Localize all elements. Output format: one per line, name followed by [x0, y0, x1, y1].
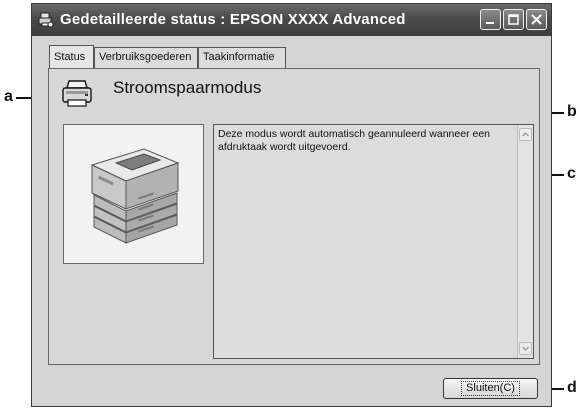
status-message: Deze modus wordt automatisch geannuleerd… — [218, 128, 491, 153]
title-bar[interactable]: Gedetailleerde status : EPSON XXXX Advan… — [32, 4, 551, 36]
minimize-icon — [486, 22, 494, 24]
scroll-up-button[interactable] — [519, 128, 532, 141]
chevron-down-icon — [522, 346, 529, 351]
callout-b-label: b — [567, 103, 577, 120]
vertical-scrollbar[interactable] — [517, 125, 533, 358]
tab-status[interactable]: Status — [49, 45, 94, 68]
callout-a-label: a — [4, 88, 13, 105]
close-button[interactable]: Sluiten(C) — [443, 378, 538, 399]
printer-image-frame — [63, 124, 204, 264]
maximize-icon — [508, 14, 519, 25]
status-panel: Stroomspaarmodus Deze modus wordt automa… — [48, 68, 540, 365]
callout-d-label: d — [567, 379, 577, 396]
scroll-down-button[interactable] — [519, 342, 532, 355]
maximize-button[interactable] — [503, 9, 524, 30]
chevron-up-icon — [522, 132, 529, 137]
window-title: Gedetailleerde status : EPSON XXXX Advan… — [60, 11, 406, 28]
printer-status-icon — [38, 12, 54, 28]
detailed-status-window: Gedetailleerde status : EPSON XXXX Advan… — [31, 3, 552, 407]
close-icon — [531, 14, 542, 25]
status-title: Stroomspaarmodus — [113, 78, 262, 97]
minimize-button[interactable] — [480, 9, 501, 30]
close-button-label: Sluiten(C) — [461, 381, 520, 396]
tab-job-info[interactable]: Taakinformatie — [198, 47, 286, 68]
status-message-box[interactable]: Deze modus wordt automatisch geannuleerd… — [213, 124, 534, 359]
callout-c-label: c — [567, 165, 576, 182]
close-window-button[interactable] — [526, 9, 547, 30]
laser-printer-image — [90, 148, 180, 244]
tab-supplies[interactable]: Verbruiksgoederen — [94, 47, 198, 68]
printer-icon — [61, 79, 95, 109]
